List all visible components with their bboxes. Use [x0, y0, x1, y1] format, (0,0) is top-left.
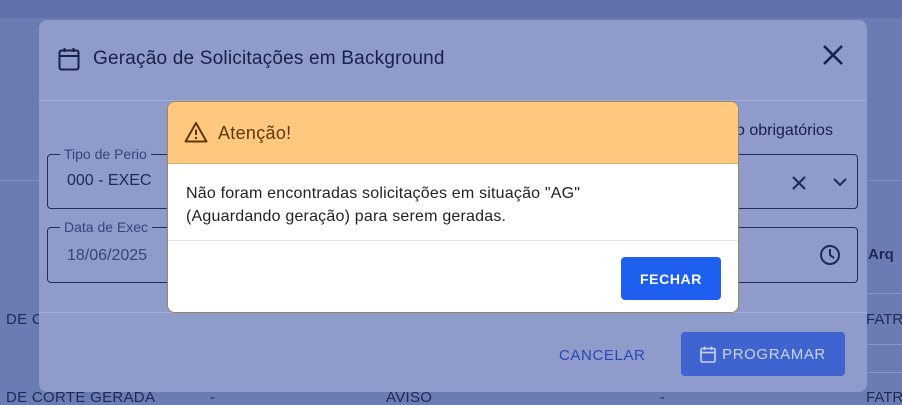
- program-button-label: PROGRAMAR: [722, 345, 826, 363]
- required-fields-note: o obrigatórios: [736, 122, 833, 139]
- background-row-line: [866, 293, 902, 294]
- alert-dialog: Atenção! Não foram encontradas solicitaç…: [167, 101, 739, 313]
- clear-icon[interactable]: [790, 174, 808, 192]
- modal-header: Geração de Solicitações em Background: [39, 20, 867, 100]
- calendar-icon: [58, 48, 80, 71]
- cancel-button[interactable]: CANCELAR: [559, 347, 646, 364]
- background-top-strip: [0, 0, 902, 18]
- execution-date-label: Data de Exec: [60, 219, 153, 235]
- alert-message-line-1: Não foram encontradas solicitações em si…: [186, 185, 581, 202]
- close-icon[interactable]: [820, 42, 846, 68]
- calendar-icon: [700, 346, 716, 363]
- background-row-line: [866, 344, 902, 345]
- alert-message-line-2: (Aguardando geração) para serem geradas.: [186, 208, 507, 225]
- background-row-line: [866, 372, 902, 373]
- background-row-2-right: FATR: [866, 389, 902, 405]
- alert-title: Atenção!: [218, 123, 292, 143]
- program-button[interactable]: PROGRAMAR: [681, 332, 845, 376]
- alert-header: Atenção!: [168, 102, 738, 164]
- modal-title: Geração de Solicitações em Background: [93, 48, 445, 69]
- background-row-1-right: FATR: [866, 311, 902, 328]
- period-type-label: Tipo de Perio: [60, 146, 151, 162]
- execution-date-value: 18/06/2025: [67, 247, 148, 264]
- close-button[interactable]: FECHAR: [621, 257, 721, 300]
- chevron-down-icon[interactable]: [832, 176, 848, 188]
- background-column-header: Arq: [868, 246, 894, 263]
- alert-message: Não foram encontradas solicitações em si…: [186, 182, 706, 228]
- alert-divider: [168, 240, 738, 241]
- background-row-1-text: DE C: [6, 311, 44, 328]
- period-type-value: 000 - EXEC: [67, 172, 152, 189]
- warning-icon: [184, 122, 208, 143]
- clock-icon[interactable]: [819, 244, 841, 266]
